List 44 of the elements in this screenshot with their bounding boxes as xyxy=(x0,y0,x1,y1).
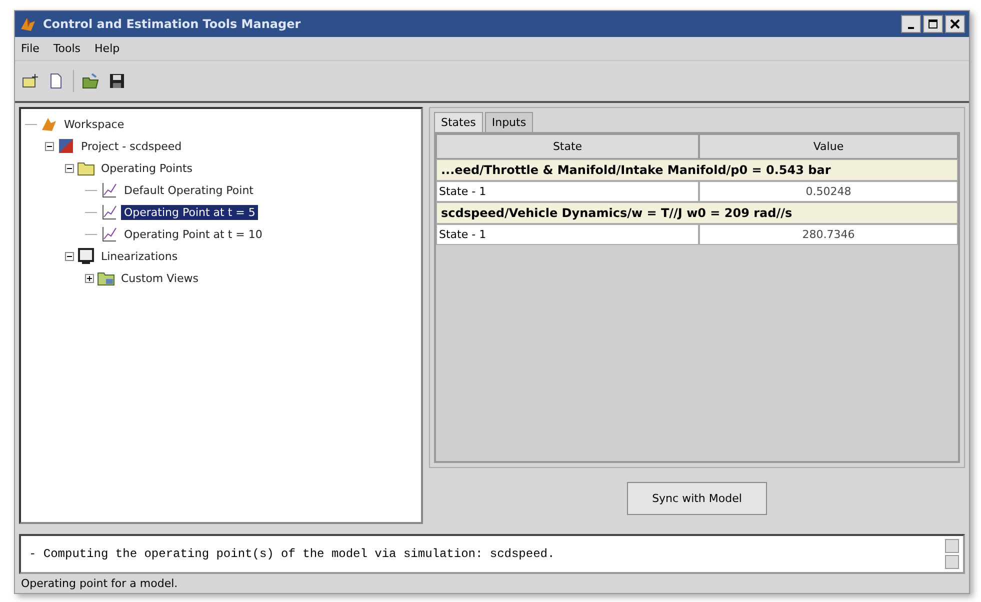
table-cell: 280.7346 xyxy=(699,224,958,245)
table-cell: State - 1 xyxy=(436,181,699,202)
status-text: Operating point for a model. xyxy=(21,577,178,590)
expander-icon[interactable] xyxy=(85,274,94,282)
tree-item[interactable]: Operating Points xyxy=(98,160,196,176)
minimize-button[interactable] xyxy=(901,15,921,33)
tree-item[interactable]: Workspace xyxy=(61,116,128,132)
plot-icon xyxy=(100,203,118,221)
sync-button[interactable]: Sync with Model xyxy=(627,482,767,514)
maximize-icon xyxy=(928,19,938,29)
project-icon xyxy=(57,137,75,155)
group-row: scdspeed/Vehicle Dynamics/w = T//J w0 = 209 rad//s xyxy=(436,202,958,224)
expander-icon[interactable] xyxy=(45,142,54,150)
window-title: Control and Estimation Tools Manager xyxy=(43,17,302,31)
close-icon xyxy=(950,19,960,29)
tab[interactable]: States xyxy=(434,112,483,132)
plot-icon xyxy=(100,225,118,243)
open-folder-icon[interactable] xyxy=(82,72,100,90)
close-button[interactable] xyxy=(945,15,965,33)
scroll-spinner-icon[interactable] xyxy=(945,539,959,569)
column-header[interactable]: State xyxy=(436,134,699,159)
plot-icon xyxy=(100,181,118,199)
expander-icon[interactable] xyxy=(65,252,74,260)
menu-item[interactable]: Tools xyxy=(53,42,81,55)
table-cell: 0.50248 xyxy=(699,181,958,202)
menu-item[interactable]: File xyxy=(21,42,40,55)
tree-item[interactable]: Operating Point at t = 10 xyxy=(121,226,266,242)
expander-icon[interactable] xyxy=(65,164,74,172)
log-text: - Computing the operating point(s) of the model via simulation: scdspeed. xyxy=(29,547,556,561)
tree-item[interactable]: Default Operating Point xyxy=(121,182,256,198)
save-icon[interactable] xyxy=(108,72,126,90)
new-folder-icon[interactable] xyxy=(21,72,39,90)
column-header[interactable]: Value xyxy=(699,134,958,159)
menu-item[interactable]: Help xyxy=(94,42,120,55)
group-row: ...eed/Throttle & Manifold/Intake Manifold/p0 = 0.543 bar xyxy=(436,159,958,181)
tab[interactable]: Inputs xyxy=(484,112,534,132)
tree-item[interactable]: Linearizations xyxy=(98,248,181,264)
table-cell: State - 1 xyxy=(436,224,699,245)
maximize-button[interactable] xyxy=(923,15,943,33)
minimize-icon xyxy=(908,26,914,28)
tree-item[interactable]: Project - scdspeed xyxy=(78,138,185,154)
tree-item[interactable]: Operating Point at t = 5 xyxy=(121,204,258,220)
monitor-icon xyxy=(77,247,95,265)
tree-item[interactable]: Custom Views xyxy=(118,270,202,286)
